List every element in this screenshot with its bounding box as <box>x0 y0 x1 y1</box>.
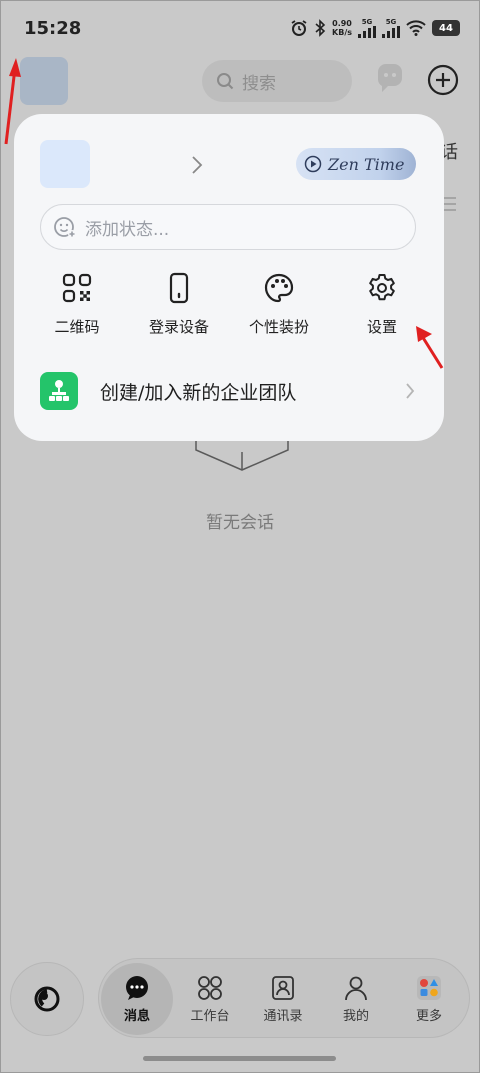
quick-action-label: 个性装扮 <box>248 318 309 336</box>
bottom-tab-bar: 消息 工作台 通讯录 我的 更多 <box>98 958 470 1038</box>
message-icon <box>126 976 148 1000</box>
tab-me[interactable]: 我的 <box>320 963 392 1035</box>
palette-icon <box>264 273 294 303</box>
chevron-right-icon[interactable] <box>190 154 204 176</box>
status-time: 15:28 <box>24 18 82 39</box>
tab-contacts[interactable]: 通讯录 <box>247 963 319 1035</box>
gear-icon <box>369 274 395 301</box>
search-bar[interactable]: 搜索 <box>202 60 352 102</box>
alarm-icon <box>291 20 307 36</box>
empty-state-text: 暂无会话 <box>206 513 274 533</box>
qr-code-icon <box>62 273 92 303</box>
signal-1: 5G <box>358 18 376 38</box>
team-icon <box>40 372 78 410</box>
tab-messages[interactable]: 消息 <box>101 963 173 1035</box>
search-icon <box>217 73 234 90</box>
signal-bars-icon <box>382 26 400 38</box>
create-join-team-row[interactable]: 创建/加入新的企业团队 <box>40 366 420 416</box>
tab-label: 我的 <box>342 1009 369 1024</box>
org-chart-icon <box>49 380 69 401</box>
tab-label: 通讯录 <box>263 1009 303 1024</box>
quick-actions: 二维码 登录设备 个性装扮 设置 <box>14 266 444 342</box>
zen-time-label: Zen Time <box>328 154 405 174</box>
chevron-right-icon <box>406 383 415 399</box>
battery-indicator: 44 <box>432 20 460 36</box>
team-label: 创建/加入新的企业团队 <box>100 381 297 404</box>
add-status-field[interactable]: 添加状态... <box>40 204 416 250</box>
tab-label: 更多 <box>415 1009 442 1024</box>
signal-2: 5G <box>382 18 400 38</box>
quick-action-label: 二维码 <box>54 318 100 336</box>
assistant-button[interactable] <box>10 962 84 1036</box>
bluetooth-icon <box>315 19 326 37</box>
zen-time-badge[interactable]: Zen Time <box>296 148 416 180</box>
profile-icon <box>345 976 367 1001</box>
tab-label: 消息 <box>123 1009 150 1024</box>
profile-popup: Zen Time 添加状态... 二维码 登录设备 个性装扮 设置 创建/加入新… <box>14 114 444 441</box>
status-placeholder: 添加状态... <box>85 219 170 240</box>
home-indicator[interactable] <box>143 1056 336 1061</box>
emoji-add-icon <box>54 217 76 238</box>
signal-bars-icon <box>358 26 376 38</box>
phone-device-icon <box>169 272 189 304</box>
net-speed: 0.90 KB/s <box>332 19 352 37</box>
status-icons: 0.90 KB/s 5G 5G 44 <box>290 18 460 38</box>
play-circle-icon <box>304 155 322 173</box>
contacts-icon <box>272 976 294 1000</box>
user-avatar[interactable] <box>20 57 68 105</box>
assistant-swirl-icon <box>34 986 60 1012</box>
annotation-arrow-settings <box>416 326 444 369</box>
quick-action-personalize[interactable]: 个性装扮 <box>224 266 334 342</box>
wifi-icon <box>406 20 426 36</box>
popup-avatar[interactable] <box>40 140 90 188</box>
status-bar: 15:28 0.90 KB/s 5G 5G 44 <box>0 0 480 56</box>
quick-action-label: 登录设备 <box>148 318 209 336</box>
annotation-arrow-avatar <box>4 58 21 145</box>
quick-action-label: 设置 <box>366 318 397 336</box>
search-placeholder: 搜索 <box>242 73 276 94</box>
tab-workbench[interactable]: 工作台 <box>174 963 246 1035</box>
ai-assistant-icon[interactable] <box>372 62 408 98</box>
tab-label: 工作台 <box>190 1009 230 1024</box>
quick-action-qr-code[interactable]: 二维码 <box>22 266 132 342</box>
add-icon[interactable] <box>426 63 460 97</box>
more-apps-icon <box>417 976 441 1000</box>
quick-action-login-devices[interactable]: 登录设备 <box>124 266 234 342</box>
workbench-icon <box>198 976 222 1000</box>
tab-more[interactable]: 更多 <box>393 963 465 1035</box>
